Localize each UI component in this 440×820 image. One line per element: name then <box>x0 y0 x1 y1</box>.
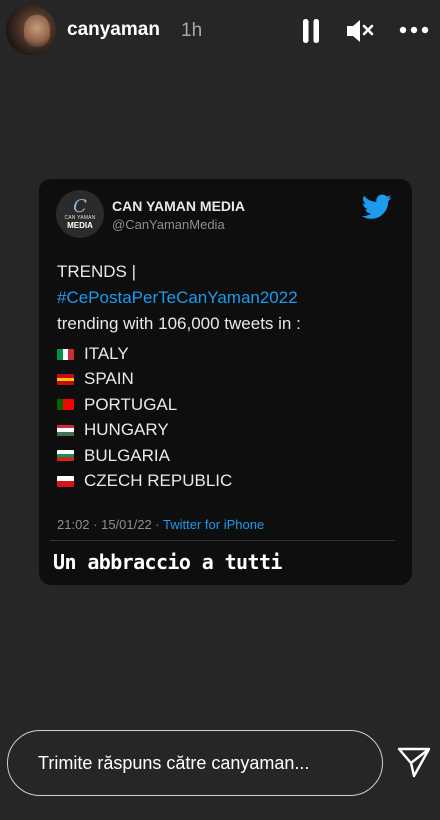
tweet-meta: 21:02 · 15/01/22 · Twitter for iPhone <box>57 517 264 532</box>
country-name: BULGARIA <box>84 445 170 465</box>
account-handle: @CanYamanMedia <box>112 217 225 232</box>
country-row: CZECH REPUBLIC <box>57 470 232 492</box>
logo-text-bottom: MEDIA <box>67 220 93 230</box>
account-name: CAN YAMAN MEDIA <box>112 198 246 214</box>
country-row: HUNGARY <box>57 419 169 441</box>
story-caption: Un abbraccio a tutti <box>53 550 282 574</box>
hashtag-link[interactable]: #CePostaPerTeCanYaman2022 <box>57 288 298 308</box>
tweet-text-line-1: TRENDS | <box>57 262 137 281</box>
reply-placeholder: Trimite răspuns către canyaman... <box>38 752 310 773</box>
flag-icon <box>57 475 74 487</box>
more-icon[interactable] <box>399 24 429 36</box>
flag-icon <box>57 348 74 360</box>
country-name: PORTUGAL <box>84 394 178 414</box>
country-row: SPAIN <box>57 368 134 390</box>
avatar[interactable] <box>6 5 56 55</box>
pause-icon[interactable] <box>301 18 321 44</box>
tweet-text-line-3: trending with 106,000 tweets in : <box>57 314 301 333</box>
mute-icon[interactable] <box>345 18 375 44</box>
country-name: SPAIN <box>84 369 134 389</box>
country-row: PORTUGAL <box>57 394 177 416</box>
country-name: ITALY <box>84 344 129 363</box>
username[interactable]: canyaman <box>67 19 160 41</box>
account-logo: C CAN YAMAN MEDIA <box>56 190 104 238</box>
flag-icon <box>57 399 74 411</box>
twitter-icon <box>362 194 392 219</box>
tweet-timestamp: 21:02 · 15/01/22 · <box>57 517 164 532</box>
reply-input[interactable]: Trimite răspuns către canyaman... <box>7 730 383 796</box>
country-name: HUNGARY <box>84 420 169 440</box>
send-icon[interactable] <box>396 744 432 780</box>
flag-icon <box>57 373 74 385</box>
tweet-source[interactable]: Twitter for iPhone <box>163 517 264 532</box>
country-row: ITALY <box>57 343 129 365</box>
flag-icon <box>57 424 74 436</box>
story-header: canyaman 1h <box>0 0 440 64</box>
divider <box>50 540 395 541</box>
flag-icon <box>57 450 74 462</box>
country-name: CZECH REPUBLIC <box>84 471 233 490</box>
post-time: 1h <box>181 20 203 41</box>
country-row: BULGARIA <box>57 445 170 467</box>
